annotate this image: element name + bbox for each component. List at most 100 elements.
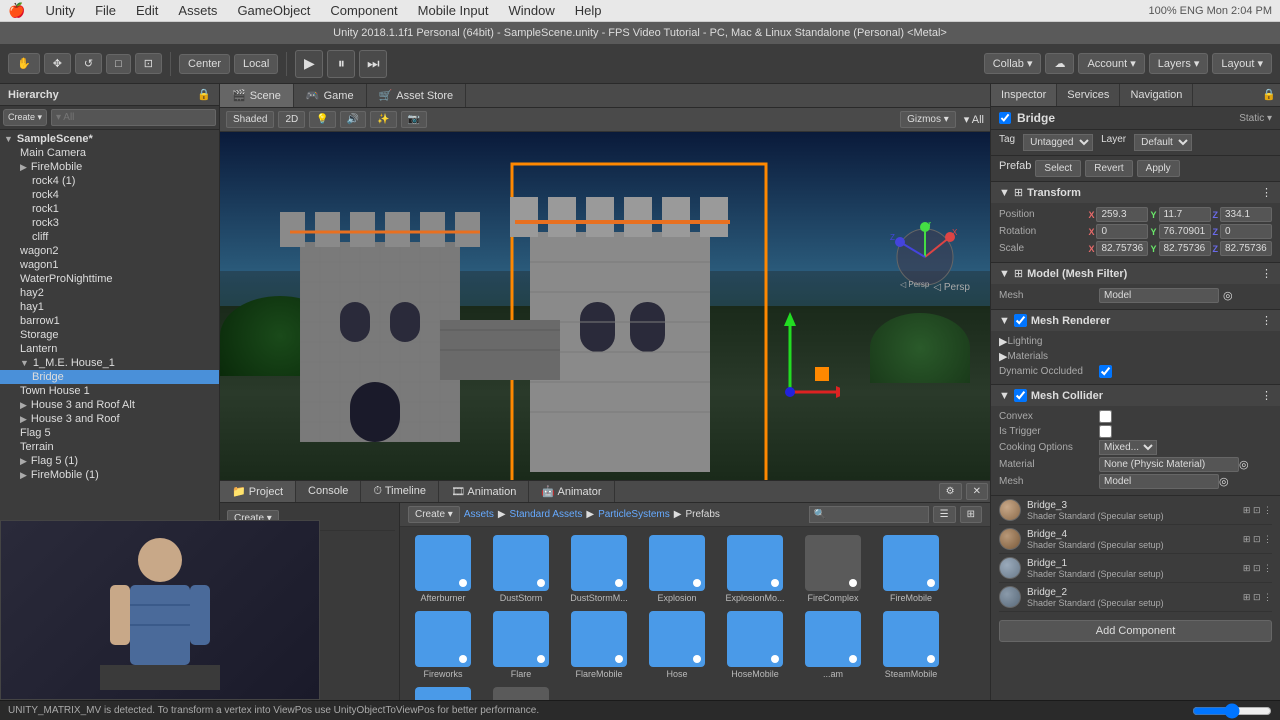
zoom-slider[interactable] bbox=[1192, 703, 1272, 719]
material-bridge3[interactable]: Bridge_3 Shader Standard (Specular setup… bbox=[999, 496, 1272, 525]
tab-animation[interactable]: 🎞 Animation bbox=[439, 481, 529, 502]
mesh-collider-enabled[interactable] bbox=[1014, 389, 1027, 402]
mesh-input[interactable] bbox=[1099, 288, 1219, 303]
pos-z-input[interactable] bbox=[1220, 207, 1272, 222]
asset-firemobile[interactable]: FireMobile bbox=[876, 535, 946, 603]
menu-file[interactable]: File bbox=[91, 1, 120, 20]
material-bridge1-icons[interactable]: ⊞ ⊡ ⋮ bbox=[1243, 563, 1272, 574]
scene-camera-settings[interactable]: 📷 bbox=[401, 111, 427, 128]
tab-scene[interactable]: 🎬 Scene bbox=[220, 84, 294, 107]
asset-flare[interactable]: Flare bbox=[486, 611, 556, 679]
tree-item-house3alt[interactable]: ▶ House 3 and Roof Alt bbox=[0, 398, 219, 412]
transform-scale-tool[interactable]: □ bbox=[106, 54, 131, 74]
menu-component[interactable]: Component bbox=[326, 1, 401, 20]
menu-gameobject[interactable]: GameObject bbox=[233, 1, 314, 20]
inspector-lock-icon[interactable]: 🔒 bbox=[1258, 84, 1280, 106]
pivot-toggle[interactable]: Center bbox=[179, 54, 230, 74]
asset-firecomplex[interactable]: FireComplex bbox=[798, 535, 868, 603]
transform-rect-tool[interactable]: ⊡ bbox=[135, 53, 162, 74]
account-button[interactable]: Account ▾ bbox=[1078, 53, 1144, 74]
tag-select[interactable]: Untagged bbox=[1023, 134, 1093, 151]
transform-hand-tool[interactable]: ✋ bbox=[8, 53, 40, 74]
materials-row[interactable]: ▶ Materials bbox=[999, 350, 1272, 363]
sc-z-input[interactable] bbox=[1220, 241, 1272, 256]
mesh-filter-header[interactable]: ▼ ⊞ Model (Mesh Filter) ⋮ bbox=[991, 263, 1280, 284]
tree-item-lantern[interactable]: Lantern bbox=[0, 342, 219, 356]
collab-button[interactable]: Collab ▾ bbox=[984, 53, 1042, 74]
step-button[interactable]: ⏭ bbox=[359, 50, 387, 78]
asset-create-button[interactable]: Create ▾ bbox=[408, 506, 460, 523]
dynamic-occluded-checkbox[interactable] bbox=[1099, 365, 1112, 378]
is-trigger-checkbox[interactable] bbox=[1099, 425, 1112, 438]
asset-am[interactable]: ...am bbox=[798, 611, 868, 679]
collider-material-icon[interactable]: ◎ bbox=[1239, 458, 1249, 471]
transform-move-tool[interactable]: ✥ bbox=[44, 53, 71, 74]
lighting-row[interactable]: ▶ Lighting bbox=[999, 335, 1272, 348]
collider-mesh-icon[interactable]: ◎ bbox=[1219, 475, 1229, 488]
cloud-button[interactable]: ☁ bbox=[1045, 53, 1074, 74]
breadcrumb-assets[interactable]: Assets bbox=[464, 509, 494, 520]
collider-material-input[interactable] bbox=[1099, 457, 1239, 472]
tab-timeline[interactable]: ⏱ Timeline bbox=[361, 481, 439, 502]
material-bridge3-icons[interactable]: ⊞ ⊡ ⋮ bbox=[1243, 505, 1272, 516]
hierarchy-create-button[interactable]: Create ▾ bbox=[3, 109, 47, 126]
object-enabled-checkbox[interactable] bbox=[999, 112, 1011, 124]
asset-duststorm[interactable]: DustStorm bbox=[486, 535, 556, 603]
tree-item-rock1[interactable]: rock1 bbox=[0, 202, 219, 216]
menu-mobile-input[interactable]: Mobile Input bbox=[414, 1, 493, 20]
asset-search-input[interactable] bbox=[809, 506, 929, 523]
tree-item-flag5[interactable]: Flag 5 bbox=[0, 426, 219, 440]
scene-viewport[interactable]: X Y Z ◁ Persp ◁ Persp bbox=[220, 132, 990, 480]
breadcrumb-standard-assets[interactable]: Standard Assets bbox=[510, 509, 583, 520]
layer-select[interactable]: Default bbox=[1134, 134, 1192, 151]
menu-window[interactable]: Window bbox=[504, 1, 558, 20]
rot-y-input[interactable] bbox=[1159, 224, 1211, 239]
2d-toggle[interactable]: 2D bbox=[278, 111, 305, 128]
asset-hose[interactable]: Hose bbox=[642, 611, 712, 679]
mesh-renderer-enabled[interactable] bbox=[1014, 314, 1027, 327]
tab-project[interactable]: 📁 Project bbox=[220, 481, 296, 502]
menu-assets[interactable]: Assets bbox=[174, 1, 221, 20]
mesh-renderer-menu[interactable]: ⋮ bbox=[1261, 314, 1272, 327]
asset-explosionmo[interactable]: ExplosionMo... bbox=[720, 535, 790, 603]
transform-header[interactable]: ▼ ⊞ Transform ⋮ bbox=[991, 182, 1280, 203]
asset-afterburner[interactable]: Afterburner bbox=[408, 535, 478, 603]
transform-rotate-tool[interactable]: ↺ bbox=[75, 53, 102, 74]
tree-item-firemobile[interactable]: ▶ FireMobile bbox=[0, 160, 219, 174]
tree-item-rock4-1[interactable]: rock4 (1) bbox=[0, 174, 219, 188]
pos-y-input[interactable] bbox=[1159, 207, 1211, 222]
tree-item-flag5-1[interactable]: ▶ Flag 5 (1) bbox=[0, 454, 219, 468]
tree-item-house3roof[interactable]: ▶ House 3 and Roof bbox=[0, 412, 219, 426]
prefab-revert-button[interactable]: Revert bbox=[1085, 160, 1132, 177]
object-name[interactable]: Bridge bbox=[1017, 111, 1233, 125]
sc-y-input[interactable] bbox=[1159, 241, 1211, 256]
tree-item-maincamera[interactable]: Main Camera bbox=[0, 146, 219, 160]
rot-z-input[interactable] bbox=[1220, 224, 1272, 239]
convex-checkbox[interactable] bbox=[1099, 410, 1112, 423]
fx-toggle[interactable]: ✨ bbox=[370, 111, 396, 128]
asset-fireworks[interactable]: Fireworks bbox=[408, 611, 478, 679]
tab-animator[interactable]: 🤖 Animator bbox=[529, 481, 614, 502]
mesh-collider-menu[interactable]: ⋮ bbox=[1261, 389, 1272, 402]
asset-tyreburnout[interactable]: TyreBurnout... bbox=[408, 687, 478, 700]
tree-item-rock3[interactable]: rock3 bbox=[0, 216, 219, 230]
prefab-apply-button[interactable]: Apply bbox=[1137, 160, 1180, 177]
material-bridge4-icons[interactable]: ⊞ ⊡ ⋮ bbox=[1243, 534, 1272, 545]
rot-x-input[interactable] bbox=[1096, 224, 1148, 239]
tree-item-bridge[interactable]: Bridge bbox=[0, 370, 219, 384]
layout-button[interactable]: Layout ▾ bbox=[1212, 53, 1272, 74]
tree-item-wagon2[interactable]: wagon2 bbox=[0, 244, 219, 258]
tree-item-cliff[interactable]: cliff bbox=[0, 230, 219, 244]
tree-item-hay2[interactable]: hay2 bbox=[0, 286, 219, 300]
tab-navigation[interactable]: Navigation bbox=[1120, 84, 1193, 106]
mesh-renderer-header[interactable]: ▼ Mesh Renderer ⋮ bbox=[991, 310, 1280, 331]
asset-filter-button[interactable]: ☰ bbox=[933, 506, 956, 523]
static-toggle[interactable]: Static ▾ bbox=[1239, 113, 1272, 124]
mesh-filter-menu[interactable]: ⋮ bbox=[1261, 267, 1272, 280]
lighting-toggle[interactable]: 💡 bbox=[309, 111, 335, 128]
tab-console[interactable]: Console bbox=[296, 481, 361, 502]
material-bridge4[interactable]: Bridge_4 Shader Standard (Specular setup… bbox=[999, 525, 1272, 554]
tree-item-firemobile1[interactable]: ▶ FireMobile (1) bbox=[0, 468, 219, 482]
bottom-panel-settings[interactable]: ⚙ bbox=[939, 483, 962, 500]
gizmos-toggle[interactable]: Gizmos ▾ bbox=[900, 111, 956, 128]
